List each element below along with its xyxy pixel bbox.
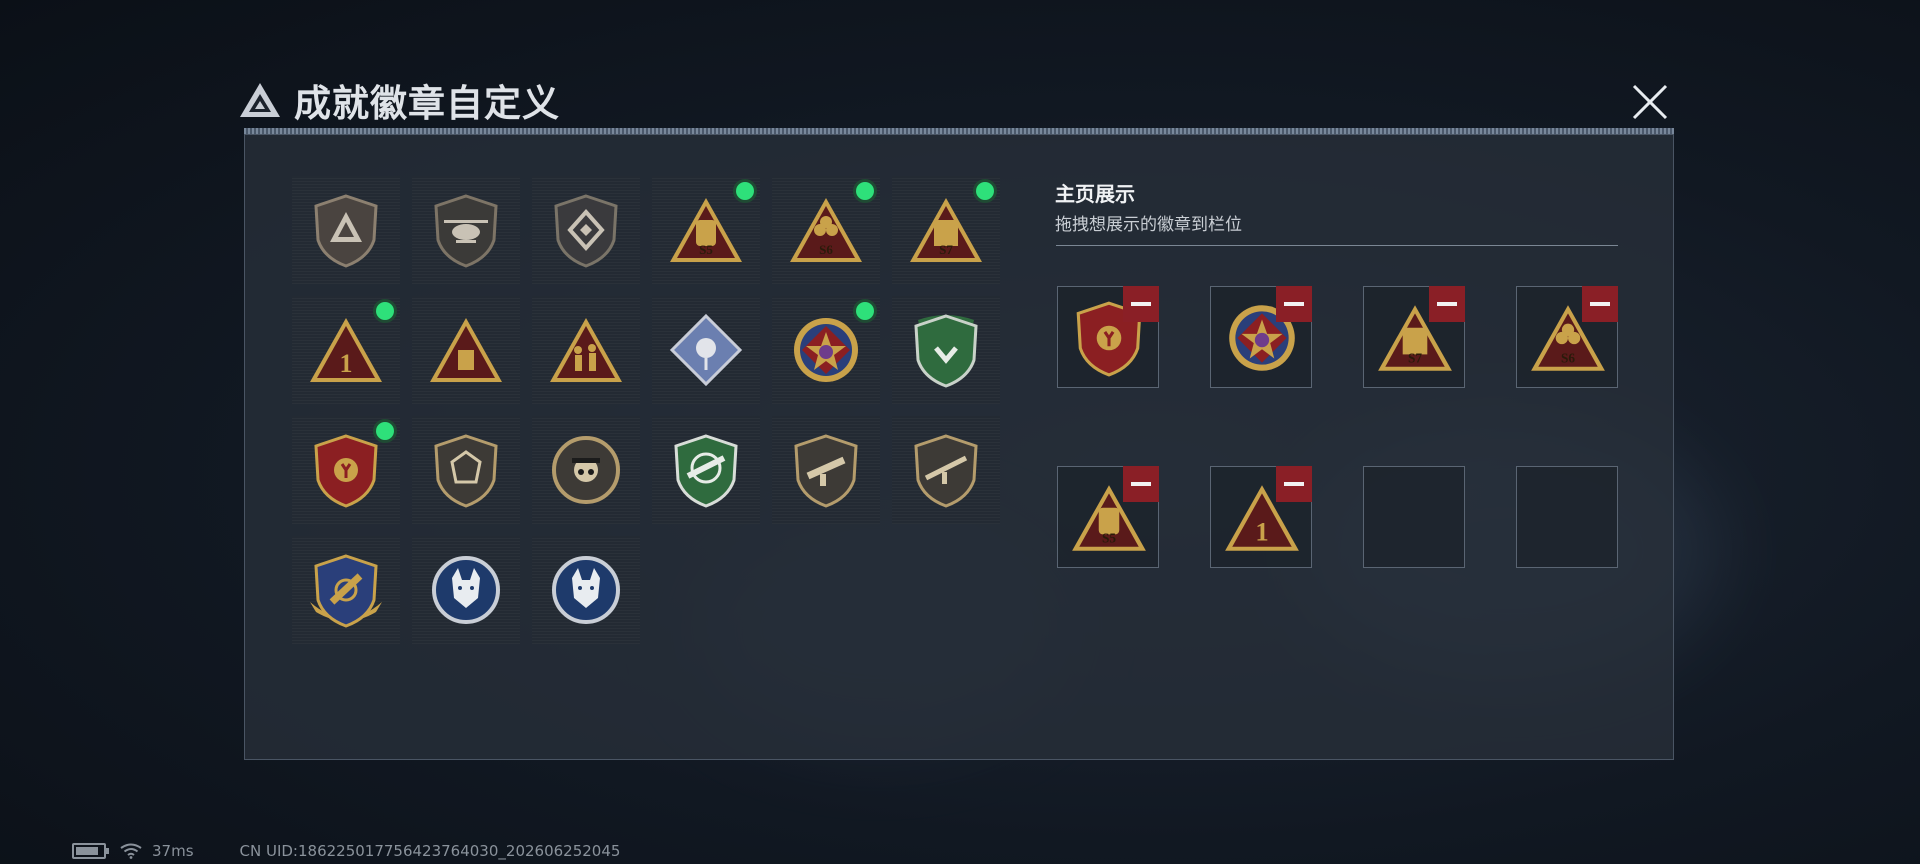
badge-cell[interactable]: [292, 416, 400, 524]
remove-badge-button[interactable]: [1582, 286, 1618, 322]
svg-text:S6: S6: [819, 242, 833, 257]
badge-cell[interactable]: [652, 416, 760, 524]
showcase-subtitle: 拖拽想展示的徽章到栏位: [1055, 215, 1242, 235]
badge-cell[interactable]: S6: [772, 176, 880, 284]
badge-cell[interactable]: [292, 536, 400, 644]
helicopter-shield-icon: [434, 194, 498, 268]
badge-cell[interactable]: [892, 296, 1000, 404]
triangle-logo-shield-icon: [314, 194, 378, 268]
rifle-shield-icon: [914, 434, 978, 508]
selected-indicator-dot: [856, 182, 874, 200]
badge-cell[interactable]: S7: [892, 176, 1000, 284]
showcase-slot[interactable]: [1057, 286, 1159, 388]
badge-cell[interactable]: [412, 176, 520, 284]
svg-text:S6: S6: [1561, 351, 1575, 366]
close-icon[interactable]: [1628, 80, 1672, 124]
showcase-title: 主页展示: [1055, 182, 1135, 206]
badge-cell[interactable]: [292, 176, 400, 284]
wifi-icon: [120, 843, 142, 859]
soldiers-triangle-icon: [550, 318, 622, 382]
showcase-slot-empty[interactable]: [1516, 466, 1618, 568]
remove-badge-button[interactable]: [1123, 286, 1159, 322]
badge-cell[interactable]: [412, 296, 520, 404]
badge-cell[interactable]: 1: [292, 296, 400, 404]
laurel-shield-badge-icon: [314, 434, 378, 508]
svg-text:1: 1: [1255, 517, 1268, 547]
selected-indicator-dot: [736, 182, 754, 200]
wings-shield-badge-icon: [310, 554, 382, 628]
badge-cell[interactable]: [892, 416, 1000, 524]
badge-cell[interactable]: [532, 296, 640, 404]
badge-cell[interactable]: [652, 296, 760, 404]
selected-indicator-dot: [376, 422, 394, 440]
badge-cell[interactable]: [412, 416, 520, 524]
diamond-emblem-shield-icon: [554, 194, 618, 268]
badge-cell[interactable]: [532, 536, 640, 644]
status-bar: 37ms CN UID:186225017756423764030_202606…: [72, 842, 620, 860]
badge-cell[interactable]: [772, 416, 880, 524]
showcase-slot[interactable]: [1210, 286, 1312, 388]
showcase-slot-empty[interactable]: [1363, 466, 1465, 568]
remove-badge-button[interactable]: [1276, 466, 1312, 502]
rose-diamond-icon: [669, 313, 743, 387]
svg-text:S7: S7: [1408, 351, 1422, 366]
remove-badge-button[interactable]: [1276, 286, 1312, 322]
smg-shield-icon: [794, 434, 858, 508]
showcase-slot[interactable]: S7: [1363, 286, 1465, 388]
svg-text:S5: S5: [1102, 531, 1116, 546]
number-one-triangle-icon: 1: [310, 318, 382, 382]
page-title: 成就徽章自定义: [294, 82, 560, 125]
uid-text: CN UID:186225017756423764030_20260625204…: [239, 842, 621, 860]
wolf-circle-icon: [552, 556, 620, 624]
badge-grid: S5 S6 S7 1: [292, 176, 1000, 644]
star-medal-icon: [794, 318, 858, 382]
svg-text:S5: S5: [699, 242, 713, 257]
green-shield-badge-icon: [914, 314, 978, 388]
battery-icon: [72, 843, 109, 859]
remove-badge-button[interactable]: [1123, 466, 1159, 502]
s6-triangle-icon: S6: [790, 198, 862, 262]
triangle-logo-icon: [240, 83, 280, 117]
selected-indicator-dot: [376, 302, 394, 320]
badge-cell[interactable]: [532, 416, 640, 524]
selected-indicator-dot: [976, 182, 994, 200]
ping-text: 37ms: [152, 842, 194, 860]
showcase-slot[interactable]: S5: [1057, 466, 1159, 568]
wolf-circle-icon: [432, 556, 500, 624]
s7-triangle-icon: S7: [910, 198, 982, 262]
svg-text:S7: S7: [939, 242, 953, 257]
showcase-slot[interactable]: S6: [1516, 286, 1618, 388]
badge-cell[interactable]: [412, 536, 520, 644]
rifle-green-shield-icon: [674, 434, 738, 508]
header: 成就徽章自定义: [238, 74, 560, 126]
gem-shield-icon: [434, 434, 498, 508]
remove-badge-button[interactable]: [1429, 286, 1465, 322]
s5-pack-triangle-icon: S5: [670, 198, 742, 262]
badge-cell[interactable]: [532, 176, 640, 284]
box-triangle-icon: [430, 318, 502, 382]
showcase-slot[interactable]: 1: [1210, 466, 1312, 568]
badge-cell[interactable]: S5: [652, 176, 760, 284]
selected-indicator-dot: [856, 302, 874, 320]
showcase-divider: [1056, 245, 1618, 246]
svg-text:1: 1: [340, 349, 353, 378]
skull-circle-icon: [552, 436, 620, 504]
badge-cell[interactable]: [772, 296, 880, 404]
